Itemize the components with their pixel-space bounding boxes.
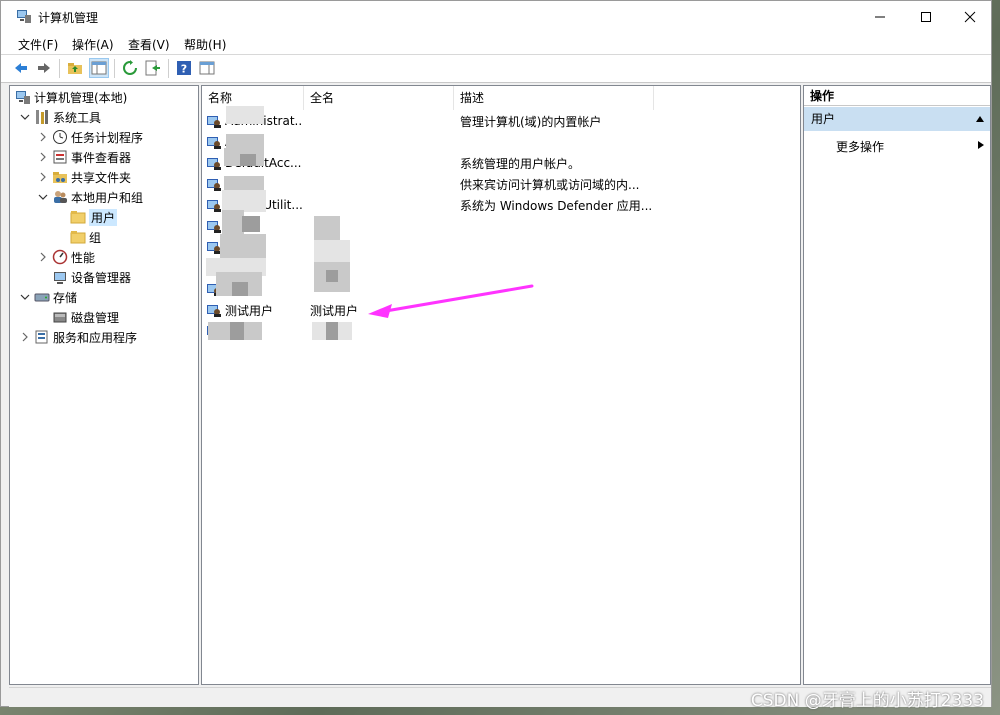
maximize-icon xyxy=(921,11,931,22)
collapse-triangle-icon xyxy=(976,116,984,122)
storage-icon xyxy=(34,289,50,305)
close-button[interactable] xyxy=(947,1,993,32)
tree-item[interactable]: 系统工具 xyxy=(19,107,101,127)
title-bar: 计算机管理 xyxy=(1,1,991,32)
performance-icon xyxy=(52,249,68,265)
help-button[interactable]: ? xyxy=(175,59,193,77)
folder-up-icon xyxy=(68,63,82,74)
expand-chevron-icon[interactable] xyxy=(37,131,49,143)
clock-icon xyxy=(52,129,68,145)
minimize-icon xyxy=(875,16,885,17)
menu-bar: 文件(F) 操作(A) 查看(V) 帮助(H) xyxy=(1,32,991,55)
up-one-level-button[interactable] xyxy=(66,59,84,77)
collapse-chevron-icon[interactable] xyxy=(19,111,31,123)
users-icon xyxy=(52,189,68,205)
tree-item-label: 共享文件夹 xyxy=(71,170,132,185)
submenu-arrow-icon xyxy=(978,141,984,149)
computer-icon xyxy=(15,89,31,105)
tree-item[interactable]: 本地用户和组 xyxy=(37,187,143,207)
tree-item-label: 服务和应用程序 xyxy=(53,330,138,345)
refresh-icon xyxy=(123,60,137,75)
actions-pane: 操作 用户 更多操作 xyxy=(803,85,991,685)
tree-item-label: 磁盘管理 xyxy=(71,310,120,325)
more-actions-label: 更多操作 xyxy=(836,140,885,154)
annotation-arrow xyxy=(368,284,534,318)
help-icon: ? xyxy=(177,61,191,76)
action-pane-icon xyxy=(199,61,215,75)
actions-header: 操作 xyxy=(804,86,990,106)
tree-item[interactable]: 用户 xyxy=(55,207,118,227)
collapse-chevron-icon[interactable] xyxy=(19,291,31,303)
tree-item-label: 计算机管理(本地) xyxy=(34,90,128,105)
tree-item[interactable]: 事件查看器 xyxy=(37,147,131,167)
tree-item[interactable]: 磁盘管理 xyxy=(37,307,119,327)
refresh-button[interactable] xyxy=(121,59,139,77)
tree-item-label: 本地用户和组 xyxy=(71,190,144,205)
tree-item-label: 事件查看器 xyxy=(71,150,132,165)
expand-chevron-icon[interactable] xyxy=(19,331,31,343)
back-arrow-icon xyxy=(15,63,27,73)
console-tree-icon xyxy=(91,61,107,75)
svg-text:?: ? xyxy=(181,63,187,76)
tree-item-label: 组 xyxy=(89,230,102,245)
expand-chevron-icon[interactable] xyxy=(37,171,49,183)
collapse-chevron-icon[interactable] xyxy=(37,191,49,203)
show-hide-console-tree-button[interactable] xyxy=(89,58,109,78)
tree-item-label: 设备管理器 xyxy=(71,270,132,285)
tree-item[interactable]: 服务和应用程序 xyxy=(19,327,137,347)
show-action-pane-button[interactable] xyxy=(198,59,216,77)
close-icon xyxy=(964,11,976,22)
tree-item[interactable]: 设备管理器 xyxy=(37,267,131,287)
more-actions-item[interactable]: 更多操作 xyxy=(804,135,990,155)
back-button[interactable] xyxy=(12,59,30,77)
maximize-button[interactable] xyxy=(903,1,949,32)
export-list-icon xyxy=(145,60,160,76)
menu-file[interactable]: 文件(F) xyxy=(18,36,58,53)
folder-icon xyxy=(70,209,86,225)
tree-item[interactable]: 计算机管理(本地) xyxy=(12,87,127,107)
services-icon xyxy=(34,329,50,345)
tree-item[interactable]: 任务计划程序 xyxy=(37,127,143,147)
computer-management-icon xyxy=(17,10,31,23)
shared-folder-icon xyxy=(52,169,68,185)
actions-section-label: 用户 xyxy=(811,112,836,126)
forward-arrow-icon xyxy=(38,63,50,73)
tree-item-label: 存储 xyxy=(53,290,78,305)
expand-chevron-icon[interactable] xyxy=(37,251,49,263)
watermark: CSDN @牙膏上的小苏打2333 xyxy=(750,691,984,711)
minimize-button[interactable] xyxy=(857,1,903,32)
tree-item[interactable]: 性能 xyxy=(37,247,95,267)
computer-management-window: 计算机管理 文件(F) 操作(A) 查看(V) 帮助(H) ? 计算机管理(本地… xyxy=(0,0,992,707)
tree-item-label: 系统工具 xyxy=(53,110,102,125)
tree-item-label: 用户 xyxy=(89,208,118,226)
menu-help[interactable]: 帮助(H) xyxy=(184,36,226,53)
menu-view[interactable]: 查看(V) xyxy=(128,36,170,53)
device-manager-icon xyxy=(52,269,68,285)
actions-section-users[interactable]: 用户 xyxy=(804,107,990,131)
tree-item[interactable]: 共享文件夹 xyxy=(37,167,131,187)
folder-icon xyxy=(70,229,86,245)
window-title: 计算机管理 xyxy=(38,11,99,25)
disk-icon xyxy=(52,309,68,325)
tools-icon xyxy=(34,109,50,125)
export-list-button[interactable] xyxy=(144,59,162,77)
tree-item[interactable]: 组 xyxy=(55,227,101,247)
tree-item[interactable]: 存储 xyxy=(19,287,77,307)
user-list-pane: 名称 全名 描述 Administrat...管理计算机(域)的内置帐户AdDe… xyxy=(201,85,801,685)
event-viewer-icon xyxy=(52,149,68,165)
console-tree-pane: 计算机管理(本地) 系统工具任务计划程序 事件查看器共享文件夹本地用户和组用户组性能… xyxy=(9,85,199,685)
menu-action[interactable]: 操作(A) xyxy=(72,36,114,53)
tree-item-label: 性能 xyxy=(71,250,96,265)
forward-button[interactable] xyxy=(35,59,53,77)
toolbar: ? xyxy=(1,55,991,83)
expand-chevron-icon[interactable] xyxy=(37,151,49,163)
tree-item-label: 任务计划程序 xyxy=(71,130,144,145)
